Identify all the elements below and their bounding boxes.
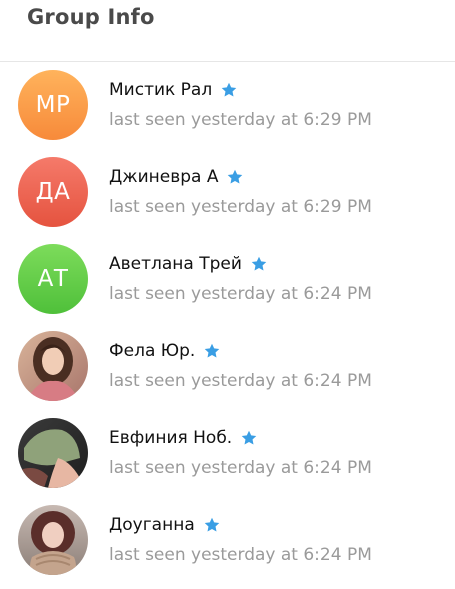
member-status: last seen yesterday at 6:24 PM <box>109 458 372 478</box>
profile-photo-1 <box>18 331 88 401</box>
avatar[interactable]: МР <box>18 70 88 140</box>
member-status: last seen yesterday at 6:24 PM <box>109 545 372 565</box>
member-row[interactable]: АТ Аветлана Трей last seen yesterday at … <box>0 236 455 323</box>
member-name: Фела Юр. <box>109 341 196 361</box>
member-row[interactable]: ДА Джиневра А last seen yesterday at 6:2… <box>0 149 455 236</box>
avatar-initials: АТ <box>37 266 69 292</box>
group-info-header: Group Info <box>0 0 455 62</box>
star-icon <box>205 343 220 358</box>
member-status: last seen yesterday at 6:29 PM <box>109 197 372 217</box>
member-list: МР Мистик Рал last seen yesterday at 6:2… <box>0 62 455 584</box>
member-status: last seen yesterday at 6:24 PM <box>109 371 372 391</box>
profile-photo-2 <box>18 418 88 488</box>
member-name: Мистик Рал <box>109 80 213 100</box>
avatar-initials: МР <box>35 92 71 118</box>
member-row[interactable]: Евфиния Ноб. last seen yesterday at 6:24… <box>0 410 455 497</box>
member-row[interactable]: МР Мистик Рал last seen yesterday at 6:2… <box>0 62 455 149</box>
member-name-row: Мистик Рал <box>109 79 238 101</box>
member-row[interactable]: Фела Юр. last seen yesterday at 6:24 PM <box>0 323 455 410</box>
avatar[interactable] <box>18 505 88 575</box>
avatar[interactable] <box>18 418 88 488</box>
member-name-row: Аветлана Трей <box>109 253 268 275</box>
star-icon <box>228 169 243 184</box>
member-name-row: Доуганна <box>109 514 221 536</box>
profile-photo-3 <box>18 505 88 575</box>
group-info-panel: Group Info МР Мистик Рал last seen yeste… <box>0 0 455 589</box>
member-name: Аветлана Трей <box>109 254 242 274</box>
avatar[interactable]: АТ <box>18 244 88 314</box>
member-name: Джиневра А <box>109 167 219 187</box>
star-icon <box>251 256 267 271</box>
avatar[interactable]: ДА <box>18 157 88 227</box>
page-title: Group Info <box>27 5 155 29</box>
avatar-initials: ДА <box>35 179 71 205</box>
member-name: Доуганна <box>109 515 195 535</box>
avatar[interactable] <box>18 331 88 401</box>
star-icon <box>221 82 237 97</box>
member-name-row: Джиневра А <box>109 166 244 188</box>
member-status: last seen yesterday at 6:29 PM <box>109 110 372 130</box>
member-name: Евфиния Ноб. <box>109 428 233 448</box>
member-name-row: Евфиния Ноб. <box>109 427 258 449</box>
star-icon <box>204 517 220 532</box>
member-status: last seen yesterday at 6:24 PM <box>109 284 372 304</box>
member-name-row: Фела Юр. <box>109 340 221 362</box>
member-row[interactable]: Доуганна last seen yesterday at 6:24 PM <box>0 497 455 584</box>
star-icon <box>241 430 257 445</box>
